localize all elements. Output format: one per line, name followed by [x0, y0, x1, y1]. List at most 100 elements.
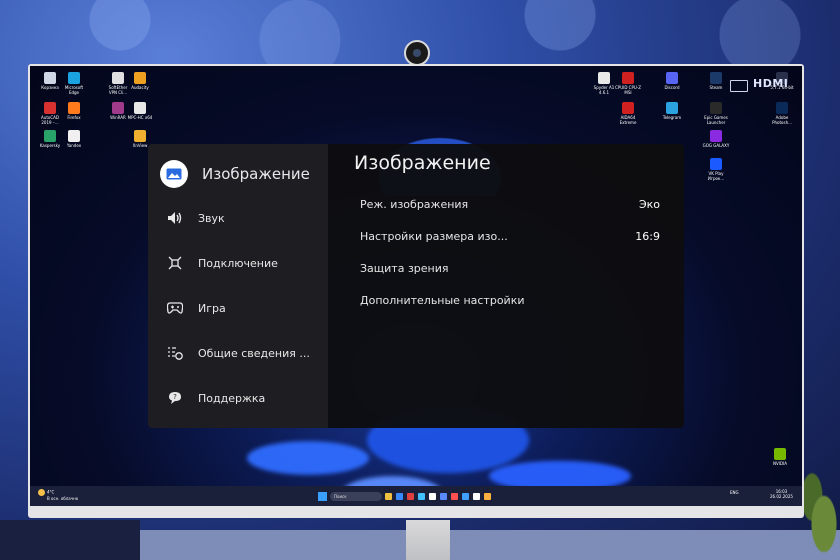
- desktop-icon-label: Discord: [664, 85, 680, 90]
- osd-menu: Изображение Звук Подключение Игра Общие …: [148, 144, 684, 428]
- general-info-icon: [166, 344, 184, 362]
- language-indicator[interactable]: ENG: [730, 490, 739, 495]
- option-value: Эко: [638, 197, 660, 211]
- right-desktop-icon[interactable]: AIDA64 Extreme: [614, 102, 642, 125]
- app-icon: [666, 72, 678, 84]
- desktop-icon-label: Yandex: [66, 143, 82, 148]
- right-desktop-icon[interactable]: NVIDIA: [766, 448, 794, 471]
- app-icon: [710, 102, 722, 114]
- right-desktop-icon[interactable]: Epic Games Launcher: [702, 102, 730, 125]
- right-desktop-icon[interactable]: Discord: [658, 72, 686, 95]
- speaker-icon: [166, 209, 184, 227]
- app-icon: [112, 102, 124, 114]
- taskbar-app-icon[interactable]: [396, 492, 403, 500]
- app-icon: [44, 102, 56, 114]
- monitor-stand: [406, 520, 450, 560]
- app-icon: [134, 72, 146, 84]
- option-label: Дополнительные настройки: [360, 293, 525, 307]
- sidebar-item-label: Общие сведения ...: [198, 346, 310, 360]
- monitor-bezel: Корзина Microsoft Edge SoftEther VPN Cli..…: [28, 64, 804, 518]
- desktop-icon-label: VK Play Игрок...: [707, 171, 725, 181]
- taskbar-clock[interactable]: 16:03 26.02.2025: [770, 489, 793, 499]
- clock-date: 26.02.2025: [770, 494, 793, 499]
- sidebar-item-support[interactable]: ? Поддержка: [148, 378, 328, 418]
- taskbar-app-icon[interactable]: [407, 492, 414, 500]
- sidebar-item-label: Изображение: [202, 165, 310, 183]
- option-picture-size[interactable]: Настройки размера изо... 16:9: [360, 224, 660, 248]
- app-icon: [112, 72, 124, 84]
- app-icon: [68, 102, 80, 114]
- left-desktop-icon[interactable]: Microsoft Edge: [60, 72, 88, 95]
- osd-sidebar: Изображение Звук Подключение Игра Общие …: [148, 144, 328, 428]
- weather-temp: 4°C: [47, 489, 55, 495]
- connection-icon: [166, 254, 184, 272]
- webcam: [404, 40, 430, 66]
- taskbar-app-icon[interactable]: [473, 492, 480, 500]
- taskbar-app-icon[interactable]: [440, 492, 447, 500]
- option-picture-mode[interactable]: Реж. изображения Эко: [360, 192, 660, 216]
- taskbar-app-icon[interactable]: [429, 492, 436, 500]
- osd-title: Изображение: [354, 152, 491, 174]
- desktop-icon-label: Telegram: [662, 115, 682, 120]
- taskbar: 4°C В осн. облачно Поиск ENG 16:03 26.02…: [30, 486, 802, 506]
- app-icon: [68, 72, 80, 84]
- sidebar-item-game[interactable]: Игра: [148, 288, 328, 328]
- sidebar-item-general[interactable]: Общие сведения ...: [148, 333, 328, 373]
- option-value: 16:9: [635, 229, 660, 243]
- desktop-icon-label: CPUID CPU-Z MSI: [615, 85, 641, 95]
- app-icon: [666, 102, 678, 114]
- svg-text:?: ?: [173, 393, 177, 401]
- app-icon: [44, 72, 56, 84]
- sidebar-item-label: Звук: [198, 211, 225, 225]
- desk-books: [0, 520, 140, 560]
- option-eye-saver[interactable]: Защита зрения: [360, 256, 660, 280]
- left-desktop-icon[interactable]: Yandex: [60, 130, 88, 153]
- weather-widget[interactable]: 4°C В осн. облачно: [38, 489, 78, 501]
- app-icon: [776, 102, 788, 114]
- taskbar-apps: Поиск: [318, 490, 491, 502]
- right-desktop-icon[interactable]: Adobe Photosh...: [768, 102, 796, 125]
- right-desktop-icon[interactable]: GOG GALAXY: [702, 130, 730, 153]
- sidebar-item-picture[interactable]: Изображение: [148, 154, 328, 194]
- desktop-icon-label: Microsoft Edge: [64, 85, 84, 95]
- right-desktop-icon[interactable]: Telegram: [658, 102, 686, 125]
- taskbar-app-icon[interactable]: [418, 492, 425, 500]
- sidebar-item-connection[interactable]: Подключение: [148, 243, 328, 283]
- left-desktop-icon[interactable]: MPC-HC x64: [126, 102, 154, 125]
- app-icon: [598, 72, 610, 84]
- sidebar-item-sound[interactable]: Звук: [148, 198, 328, 238]
- windows-start-icon[interactable]: [318, 491, 327, 501]
- app-icon: [134, 102, 146, 114]
- option-label: Реж. изображения: [360, 197, 469, 211]
- app-icon: [710, 130, 722, 142]
- app-icon: [710, 72, 722, 84]
- left-desktop-icon[interactable]: Firefox: [60, 102, 88, 125]
- support-icon: ?: [166, 389, 184, 407]
- desktop-icon-label: Adobe Photosh...: [772, 115, 792, 125]
- app-icon: [44, 130, 56, 142]
- desktop-icon-label: NVIDIA: [773, 461, 787, 466]
- app-icon: [622, 102, 634, 114]
- sidebar-item-label: Подключение: [198, 256, 278, 270]
- desktop-icon-label: GOG GALAXY: [702, 143, 730, 148]
- desktop-icon-label: AIDA64 Extreme: [619, 115, 637, 125]
- picture-icon: [160, 160, 188, 188]
- weather-text: В осн. облачно: [47, 496, 79, 501]
- taskbar-app-icon[interactable]: [462, 492, 469, 500]
- hdmi-label: HDMI: [753, 77, 789, 90]
- gamepad-icon: [166, 299, 184, 317]
- taskbar-app-icon[interactable]: [451, 492, 458, 500]
- sidebar-item-label: Поддержка: [198, 391, 266, 405]
- input-source-icon: [730, 80, 748, 92]
- desk-surface: [140, 530, 840, 560]
- taskbar-app-icon[interactable]: [484, 492, 491, 500]
- option-advanced-settings[interactable]: Дополнительные настройки: [360, 288, 660, 312]
- right-desktop-icon[interactable]: Steam: [702, 72, 730, 95]
- taskbar-search[interactable]: Поиск: [330, 491, 382, 501]
- taskbar-app-icon[interactable]: [385, 492, 392, 500]
- left-desktop-icon[interactable]: Audacity: [126, 72, 154, 95]
- desktop-icon-label: Audacity: [131, 85, 149, 90]
- monitor-screen: Корзина Microsoft Edge SoftEther VPN Cli..…: [30, 66, 802, 506]
- right-desktop-icon[interactable]: CPUID CPU-Z MSI: [614, 72, 642, 95]
- right-desktop-icon[interactable]: VK Play Игрок...: [702, 158, 730, 181]
